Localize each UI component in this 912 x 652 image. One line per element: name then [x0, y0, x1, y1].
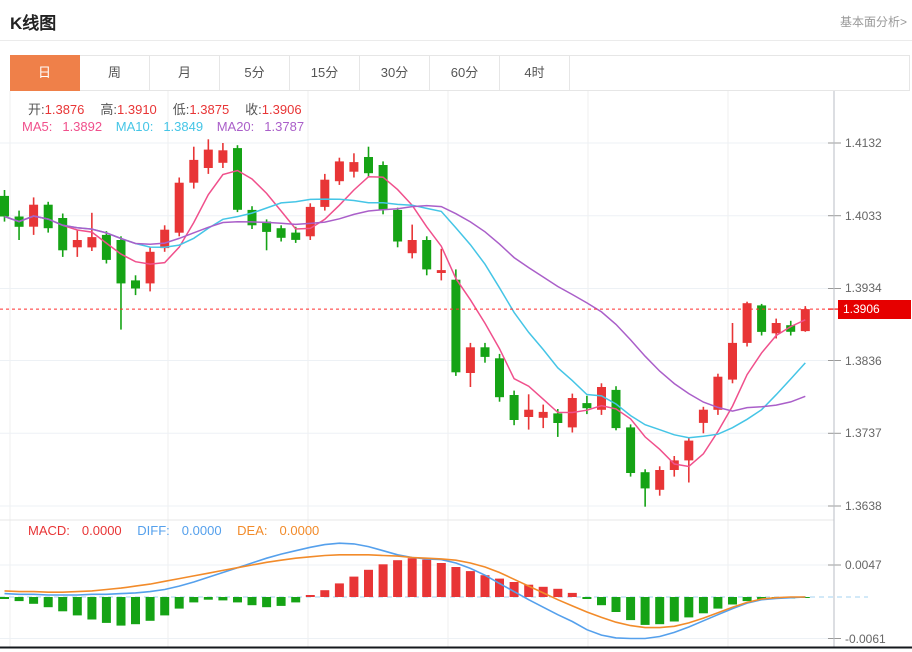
ma5-label: MA5:: [22, 119, 52, 134]
price-axis-label: 1.3737: [845, 425, 882, 441]
diff-label: DIFF:: [137, 523, 170, 538]
ohlc-readout: 开:1.3876 高:1.3910 低:1.3875 收:1.3906: [28, 99, 318, 118]
diff-value: 0.0000: [182, 523, 222, 538]
macd-axis-label: 0.0047: [845, 557, 882, 573]
open-label: 开:: [28, 102, 45, 117]
ma20-value: 1.3787: [264, 119, 304, 134]
tab-4hour[interactable]: 4时: [500, 56, 570, 90]
high-value: 1.3910: [117, 102, 157, 117]
tab-60min[interactable]: 60分: [430, 56, 500, 90]
close-value: 1.3906: [262, 102, 302, 117]
price-axis-label: 1.4132: [845, 135, 882, 151]
tab-week[interactable]: 周: [80, 56, 150, 90]
macd-label: MACD:: [28, 523, 70, 538]
ma10-value: 1.3849: [163, 119, 203, 134]
low-label: 低:: [173, 102, 190, 117]
price-axis-label: 1.3934: [845, 280, 882, 296]
fundamental-analysis-link[interactable]: 基本面分析>: [840, 13, 907, 30]
ma-readout: MA5: 1.3892 MA10: 1.3849 MA20: 1.3787: [22, 119, 314, 134]
low-value: 1.3875: [189, 102, 229, 117]
price-axis-label: 1.3836: [845, 353, 882, 369]
kline-widget: K线图 基本面分析> 日周月5分15分30分60分4时 开:1.3876高:1.…: [0, 0, 912, 652]
tab-5min[interactable]: 5分: [220, 56, 290, 90]
dea-value: 0.0000: [280, 523, 320, 538]
tab-day[interactable]: 日: [10, 55, 80, 91]
price-axis-label: 1.3638: [845, 498, 882, 514]
macd-readout: MACD: 0.0000 DIFF: 0.0000 DEA: 0.0000: [28, 523, 331, 538]
tab-15min[interactable]: 15分: [290, 56, 360, 90]
ma20-label: MA20:: [217, 119, 255, 134]
page-title: K线图: [10, 9, 56, 34]
high-label: 高:: [100, 102, 117, 117]
interval-tab-bar: 日周月5分15分30分60分4时: [10, 55, 910, 91]
open-value: 1.3876: [45, 102, 85, 117]
ma5-value: 1.3892: [62, 119, 102, 134]
price-axis-label: 1.4033: [845, 208, 882, 224]
tab-month[interactable]: 月: [150, 56, 220, 90]
kline-chart-area: 开:1.3876高:1.3910低:1.3875收:1.3906 MA5:1.3…: [0, 91, 912, 652]
close-label: 收:: [245, 102, 262, 117]
macd-value: 0.0000: [82, 523, 122, 538]
ma10-label: MA10:: [116, 119, 154, 134]
dea-label: DEA:: [237, 523, 267, 538]
macd-axis-label: -0.0061: [845, 631, 886, 647]
tab-30min[interactable]: 30分: [360, 56, 430, 90]
current-price-tag: 1.3906: [838, 300, 911, 319]
widget-header: K线图 基本面分析>: [0, 0, 912, 41]
kline-chart-canvas[interactable]: [0, 91, 912, 652]
